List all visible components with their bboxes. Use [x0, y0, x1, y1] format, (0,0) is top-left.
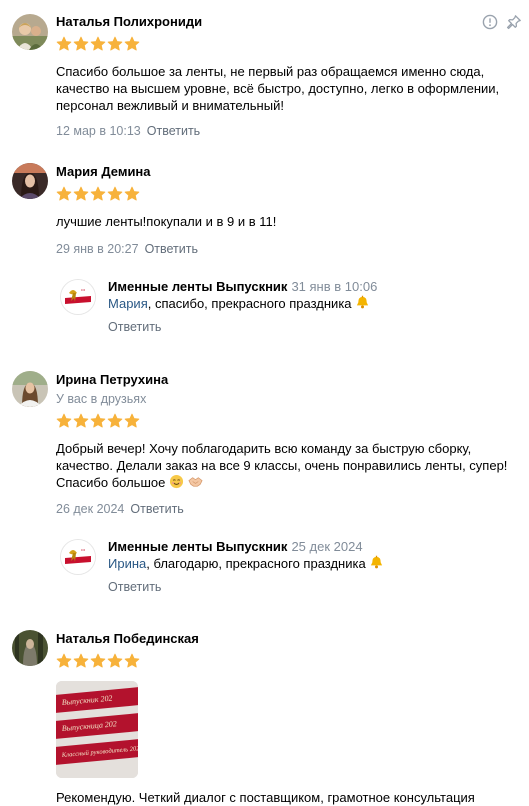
review-author[interactable]: Ирина Петрухина: [56, 372, 168, 387]
mention-link[interactable]: Ирина: [108, 556, 146, 571]
reply-button[interactable]: Ответить: [145, 242, 198, 256]
info-circle-icon[interactable]: [482, 14, 498, 30]
review-meta: 12 мар в 10:13 Ответить: [56, 124, 200, 138]
star-icon: [124, 36, 140, 51]
bell-emoji: [371, 555, 383, 569]
star-icon: [90, 653, 106, 668]
star-icon: [90, 36, 106, 51]
avatar[interactable]: [12, 163, 48, 199]
bell-emoji: [357, 295, 369, 309]
answer-header: Именные ленты Выпускник 31 янв в 10:06: [108, 279, 377, 294]
shop-avatar[interactable]: •••: [60, 539, 96, 575]
answer-text: Мария, спасибо, прекрасного праздника: [108, 295, 370, 311]
shop-avatar[interactable]: •••: [60, 279, 96, 315]
svg-text:•••: •••: [81, 547, 86, 552]
handshake-emoji: [188, 477, 203, 487]
answer-author[interactable]: Именные ленты Выпускник: [108, 539, 287, 554]
friend-status: У вас в друзьях: [56, 392, 147, 406]
review-meta: 26 дек 2024 Ответить: [56, 502, 184, 516]
review-text: Добрый вечер! Хочу поблагодарить всю ком…: [56, 441, 508, 490]
review-text: Рекомендую. Четкий диалог с поставщиком,…: [56, 790, 475, 805]
star-icon: [124, 186, 140, 201]
star-icon: [73, 653, 89, 668]
avatar[interactable]: [12, 630, 48, 666]
star-icon: [107, 36, 123, 51]
answer-date[interactable]: 31 янв в 10:06: [291, 279, 377, 294]
review-date[interactable]: 29 янв в 20:27: [56, 242, 139, 256]
star-icon: [90, 413, 106, 428]
star-icon: [107, 186, 123, 201]
review-date[interactable]: 26 дек 2024: [56, 502, 124, 516]
review-text: Спасибо большое за ленты, не первый раз …: [56, 64, 500, 113]
reply-button[interactable]: Ответить: [108, 320, 161, 334]
star-icon: [56, 186, 72, 201]
star-icon: [56, 413, 72, 428]
review-date[interactable]: 12 мар в 10:13: [56, 124, 141, 138]
avatar[interactable]: [12, 14, 48, 50]
review-text: лучшие ленты!покупали и в 9 и в 11!: [56, 214, 277, 229]
review-author[interactable]: Мария Демина: [56, 164, 151, 179]
star-icon: [90, 186, 106, 201]
star-icon: [107, 413, 123, 428]
rating-stars: [56, 186, 140, 202]
rating-stars: [56, 413, 140, 429]
answer-header: Именные ленты Выпускник 25 дек 2024: [108, 539, 363, 554]
avatar[interactable]: [12, 371, 48, 407]
mention-link[interactable]: Мария: [108, 296, 148, 311]
answer-date[interactable]: 25 дек 2024: [291, 539, 362, 554]
review-photo[interactable]: Выпускник 202 Выпускница 202 Классный ру…: [56, 681, 138, 778]
reply-button[interactable]: Ответить: [108, 580, 161, 594]
answer-text: Ирина, благодарю, прекрасного праздника: [108, 555, 384, 571]
rating-stars: [56, 653, 140, 669]
review-meta: 29 янв в 20:27 Ответить: [56, 242, 198, 256]
svg-text:•••: •••: [81, 287, 86, 292]
star-icon: [124, 413, 140, 428]
star-icon: [56, 653, 72, 668]
pin-icon[interactable]: [506, 14, 522, 30]
rating-stars: [56, 36, 140, 52]
star-icon: [56, 36, 72, 51]
star-icon: [73, 186, 89, 201]
star-icon: [107, 653, 123, 668]
review-author[interactable]: Наталья Побединская: [56, 631, 199, 646]
answer-author[interactable]: Именные ленты Выпускник: [108, 279, 287, 294]
star-icon: [124, 653, 140, 668]
review-author[interactable]: Наталья Полихрониди: [56, 14, 202, 29]
reply-button[interactable]: Ответить: [147, 124, 200, 138]
star-icon: [73, 36, 89, 51]
reply-button[interactable]: Ответить: [130, 502, 183, 516]
star-icon: [73, 413, 89, 428]
smiling-face-emoji: [169, 474, 184, 489]
